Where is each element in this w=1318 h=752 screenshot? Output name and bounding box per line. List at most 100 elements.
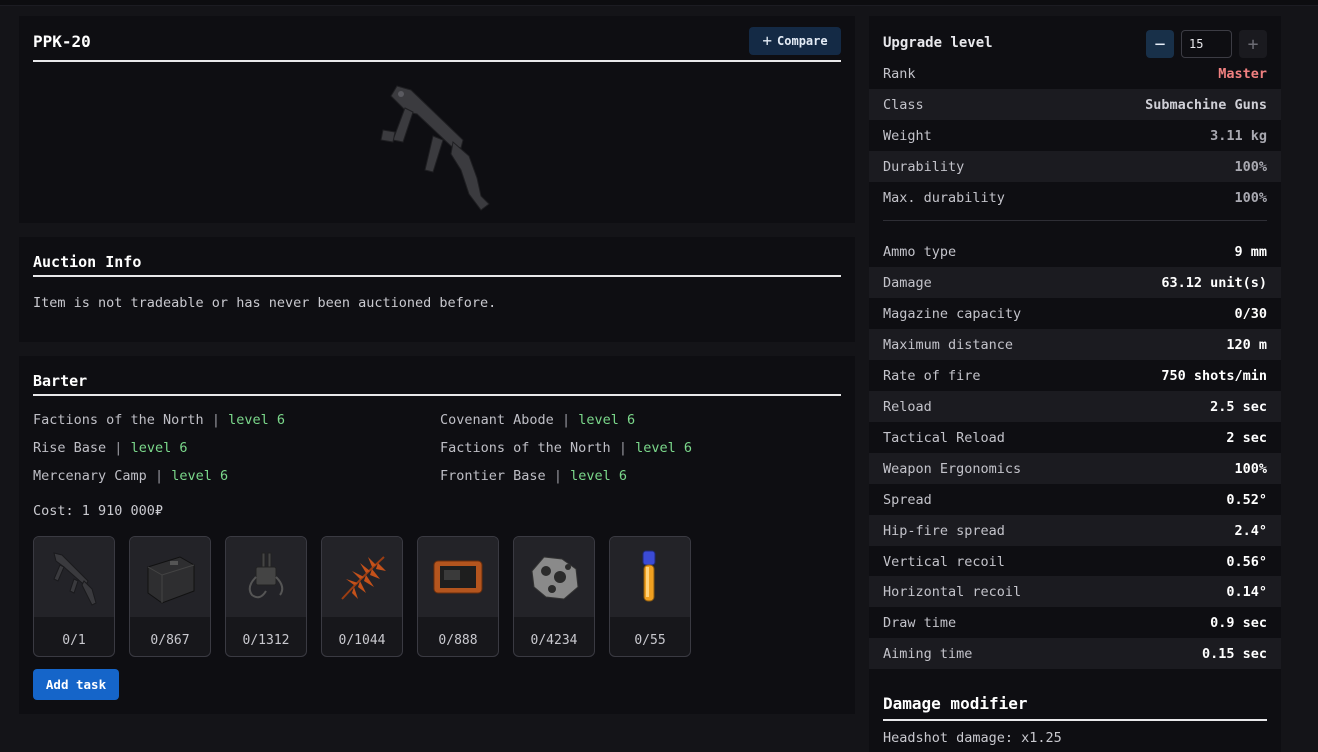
compare-button[interactable]: + Compare <box>749 27 841 55</box>
vial-icon <box>610 537 690 617</box>
barter-item-slot[interactable]: 0/1 <box>33 536 115 657</box>
stat-row-class: Class Submachine Guns <box>869 89 1281 120</box>
stat-row-ergonomics: Weapon Ergonomics 100% <box>869 453 1281 484</box>
barter-item-slot[interactable]: 0/888 <box>417 536 499 657</box>
stat-value: Submachine Guns <box>1145 96 1267 113</box>
location-name: Covenant Abode <box>440 412 554 428</box>
stat-value: 2.5 sec <box>1210 398 1267 415</box>
location-name: Factions of the North <box>440 440 611 456</box>
stat-label: Tactical Reload <box>883 429 1005 446</box>
smg-icon <box>34 537 114 617</box>
stat-label: Maximum distance <box>883 336 1014 353</box>
stat-value: 100% <box>1234 460 1267 477</box>
electronics-icon <box>226 537 306 617</box>
title-underline <box>33 60 841 62</box>
stat-label: Rank <box>883 65 916 82</box>
location-level: level 6 <box>578 412 636 428</box>
stat-value: 0.9 sec <box>1210 614 1267 631</box>
barter-item-slot[interactable]: 0/4234 <box>513 536 595 657</box>
stat-label: Hip-fire spread <box>883 522 1005 539</box>
damage-modifier-underline <box>883 719 1267 721</box>
stat-label: Vertical recoil <box>883 553 1005 570</box>
stat-row-magazine: Magazine capacity 0/30 <box>869 298 1281 329</box>
item-count: 0/55 <box>634 633 666 648</box>
decrease-level-button[interactable]: − <box>1146 30 1174 58</box>
barter-item-slot[interactable]: 0/1044 <box>321 536 403 657</box>
stat-row-damage: Damage 63.12 unit(s) <box>869 267 1281 298</box>
stat-label: Ammo type <box>883 243 957 260</box>
stat-row-ammo-type: Ammo type 9 mm <box>869 236 1281 267</box>
top-bar <box>0 0 1318 6</box>
stat-value: 2 sec <box>1226 429 1267 446</box>
stat-label: Max. durability <box>883 189 1005 206</box>
barter-panel: Barter Factions of the North | level 6 C… <box>19 356 855 714</box>
item-count: 0/4234 <box>530 633 578 648</box>
stat-value: 0.14° <box>1226 583 1267 600</box>
item-count: 0/1 <box>62 633 86 648</box>
location-name: Mercenary Camp <box>33 468 147 484</box>
stat-row-durability: Durability 100% <box>869 151 1281 182</box>
stat-row-hip-fire-spread: Hip-fire spread 2.4° <box>869 515 1281 546</box>
barter-location: Mercenary Camp | level 6 <box>33 468 228 484</box>
upgrade-level-input[interactable] <box>1181 30 1232 58</box>
stat-value: 0.56° <box>1226 553 1267 570</box>
stat-value: 0/30 <box>1234 305 1267 322</box>
barter-location: Covenant Abode | level 6 <box>440 412 635 428</box>
stat-value: 9 mm <box>1234 243 1267 260</box>
stat-row-rate-of-fire: Rate of fire 750 shots/min <box>869 360 1281 391</box>
location-name: Factions of the North <box>33 412 204 428</box>
stat-row-max-distance: Maximum distance 120 m <box>869 329 1281 360</box>
ammo-box-icon <box>130 537 210 617</box>
barter-cost: Cost: 1 910 000₽ <box>33 503 164 519</box>
item-count: 0/867 <box>150 633 190 648</box>
barter-item-slot[interactable]: 0/55 <box>609 536 691 657</box>
auction-panel: Auction Info Item is not tradeable or ha… <box>19 237 855 342</box>
stat-label: Class <box>883 96 924 113</box>
location-name: Rise Base <box>33 440 107 456</box>
stat-row-max-durability: Max. durability 100% <box>869 182 1281 213</box>
item-count: 0/888 <box>438 633 478 648</box>
stat-label: Weapon Ergonomics <box>883 460 1022 477</box>
location-level: level 6 <box>570 468 627 484</box>
stat-label: Weight <box>883 127 932 144</box>
add-task-button[interactable]: Add task <box>33 669 119 700</box>
damage-modifier-title: Damage modifier <box>883 694 1028 713</box>
barter-item-slot[interactable]: 0/1312 <box>225 536 307 657</box>
stat-value: 0.15 sec <box>1201 645 1267 662</box>
stat-label: Spread <box>883 491 932 508</box>
plus-icon: + <box>762 31 773 50</box>
ore-chunk-icon <box>514 537 594 617</box>
stat-label: Horizontal recoil <box>883 583 1022 600</box>
item-panel: PPK-20 + Compare <box>19 16 855 223</box>
barter-title: Barter <box>33 372 88 390</box>
barter-location: Frontier Base | level 6 <box>440 468 627 484</box>
increase-level-button[interactable]: + <box>1239 30 1267 58</box>
stat-row-spread: Spread 0.52° <box>869 484 1281 515</box>
location-level: level 6 <box>171 468 229 484</box>
stat-row-draw-time: Draw time 0.9 sec <box>869 607 1281 638</box>
barter-item-slot[interactable]: 0/867 <box>129 536 211 657</box>
stat-value: 3.11 kg <box>1210 127 1267 144</box>
stat-row-rank: Rank Master <box>869 58 1281 89</box>
location-level: level 6 <box>228 412 286 428</box>
item-count: 0/1312 <box>242 633 290 648</box>
stat-row-reload: Reload 2.5 sec <box>869 391 1281 422</box>
stat-value: 750 shots/min <box>1161 367 1267 384</box>
stat-value: 63.12 unit(s) <box>1161 274 1267 291</box>
submachine-gun-icon <box>380 85 490 211</box>
stat-label: Magazine capacity <box>883 305 1022 322</box>
stat-value: 100% <box>1234 158 1267 175</box>
stat-value: 100% <box>1234 189 1267 206</box>
separator: | <box>154 468 164 484</box>
separator: | <box>211 412 220 428</box>
stat-value: Master <box>1218 65 1267 82</box>
location-level: level 6 <box>635 440 693 456</box>
stat-row-weight: Weight 3.11 kg <box>869 120 1281 151</box>
headshot-damage: Headshot damage: x1.25 <box>883 730 1062 746</box>
compare-label: Compare <box>777 34 828 48</box>
separator: | <box>561 412 571 428</box>
separator: | <box>114 440 123 456</box>
separator: | <box>618 440 627 456</box>
auction-underline <box>33 275 841 277</box>
location-name: Frontier Base <box>440 468 546 484</box>
